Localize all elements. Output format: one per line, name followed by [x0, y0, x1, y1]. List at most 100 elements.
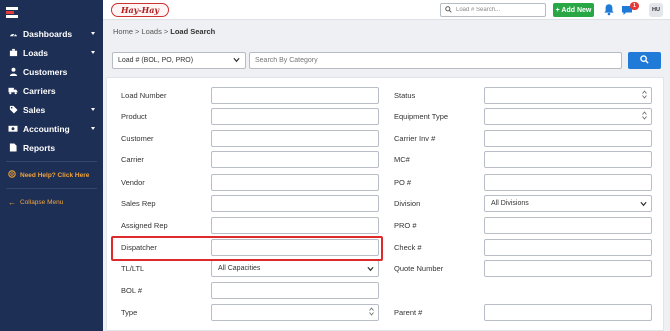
customers-icon	[8, 67, 18, 77]
equipment-type-label: Equipment Type	[394, 112, 449, 121]
quote-number-label: Quote Number	[394, 264, 444, 273]
sales-rep-input[interactable]	[211, 195, 379, 212]
division-select[interactable]: All Divisions	[484, 195, 652, 212]
load-search-input[interactable]	[456, 7, 544, 13]
parent-label: Parent #	[394, 308, 423, 317]
sidebar-item-loads[interactable]: Loads	[0, 43, 103, 62]
collapse-menu-button[interactable]: ← Collapse Menu	[0, 193, 103, 211]
division-label: Division	[394, 199, 421, 208]
caret-down-icon	[91, 127, 95, 130]
type-label: Type	[121, 308, 138, 317]
caret-down-icon	[91, 32, 95, 35]
equipment-type-select[interactable]	[484, 108, 652, 125]
sidebar-item-label: Dashboards	[23, 28, 73, 39]
logo[interactable]	[0, 0, 103, 24]
sidebar-item-label: Loads	[23, 47, 49, 58]
sidebar-divider	[6, 161, 97, 162]
po-input[interactable]	[484, 174, 652, 191]
ez-logo-icon	[6, 5, 20, 19]
top-bar: Hay-Hay + Add New 1 HU	[103, 0, 670, 20]
breadcrumb-current: Load Search	[170, 27, 216, 36]
chevron-down-icon	[367, 266, 374, 274]
sidebar-item-reports[interactable]: Reports	[0, 138, 103, 157]
sidebar-item-label: Customers	[23, 66, 68, 77]
search-category-select[interactable]: Load # (BOL, PO, PRO)	[112, 52, 246, 69]
sidebar-item-label: Carriers	[23, 85, 56, 96]
search-icon	[445, 5, 452, 15]
help-label: Need Help? Click Here	[20, 171, 90, 179]
tl-ltl-label: TL/LTL	[121, 264, 145, 273]
sidebar-item-label: Accounting	[23, 123, 70, 134]
load-number-label: Load Number	[121, 91, 167, 100]
parent-input[interactable]	[484, 304, 652, 321]
chevron-down-icon	[233, 57, 240, 65]
division-value: All Divisions	[491, 200, 529, 207]
search-button[interactable]	[628, 52, 661, 69]
loads-icon	[8, 48, 18, 58]
breadcrumb-separator: >	[163, 27, 169, 36]
status-select[interactable]	[484, 87, 652, 104]
sort-arrows-icon	[369, 307, 374, 316]
sort-arrows-icon	[642, 111, 647, 120]
customer-input[interactable]	[211, 130, 379, 147]
po-label: PO #	[394, 178, 412, 187]
sidebar-nav: Dashboards Loads Customers Carriers Sales Acc…	[0, 24, 103, 157]
category-search-input[interactable]	[255, 57, 621, 64]
brand-logo[interactable]: Hay-Hay	[111, 3, 169, 17]
product-label: Product	[121, 112, 147, 121]
sort-arrows-icon	[642, 90, 647, 99]
category-search-field[interactable]	[249, 52, 622, 69]
dashboard-icon	[8, 29, 18, 39]
assigned-rep-input[interactable]	[211, 217, 379, 234]
check-label: Check #	[394, 243, 422, 252]
caret-down-icon	[91, 51, 95, 54]
sidebar-item-dashboards[interactable]: Dashboards	[0, 24, 103, 43]
carrier-inv-label: Carrier Inv #	[394, 134, 436, 143]
search-category-value: Load # (BOL, PO, PRO)	[118, 57, 194, 64]
breadcrumb: Home > Loads > Load Search	[113, 27, 215, 36]
breadcrumb-separator: >	[135, 27, 140, 36]
quote-number-input[interactable]	[484, 260, 652, 277]
tl-ltl-select[interactable]: All Capacities	[211, 260, 379, 277]
bell-icon[interactable]	[603, 3, 615, 16]
dispatcher-highlight	[111, 236, 383, 261]
sidebar-divider	[6, 188, 97, 189]
accounting-icon	[8, 124, 18, 134]
breadcrumb-home[interactable]: Home	[113, 27, 133, 36]
user-avatar[interactable]: HU	[649, 3, 663, 17]
arrow-left-icon: ←	[8, 197, 16, 207]
status-label: Status	[394, 91, 416, 100]
vendor-input[interactable]	[211, 174, 379, 191]
sidebar-item-sales[interactable]: Sales	[0, 100, 103, 119]
sidebar-item-label: Sales	[23, 104, 46, 115]
check-input[interactable]	[484, 239, 652, 256]
carrier-inv-input[interactable]	[484, 130, 652, 147]
load-number-input[interactable]	[211, 87, 379, 104]
customer-label: Customer	[121, 134, 154, 143]
tl-ltl-value: All Capacities	[218, 265, 261, 272]
mc-input[interactable]	[484, 151, 652, 168]
type-select[interactable]	[211, 304, 379, 321]
add-new-button[interactable]: + Add New	[553, 3, 594, 17]
sidebar-item-carriers[interactable]: Carriers	[0, 81, 103, 100]
carrier-input[interactable]	[211, 151, 379, 168]
reports-icon	[8, 143, 18, 153]
sidebar-item-label: Reports	[23, 142, 56, 153]
assigned-rep-label: Assigned Rep	[121, 221, 168, 230]
pro-input[interactable]	[484, 217, 652, 234]
caret-down-icon	[91, 108, 95, 111]
sidebar-item-customers[interactable]: Customers	[0, 62, 103, 81]
breadcrumb-loads[interactable]: Loads	[141, 27, 161, 36]
sales-rep-label: Sales Rep	[121, 199, 156, 208]
bol-input[interactable]	[211, 282, 379, 299]
search-icon	[640, 55, 649, 66]
truck-icon	[8, 86, 18, 96]
help-icon	[8, 170, 16, 180]
carrier-label: Carrier	[121, 155, 144, 164]
collapse-label: Collapse Menu	[20, 198, 64, 206]
sidebar-item-accounting[interactable]: Accounting	[0, 119, 103, 138]
help-link[interactable]: Need Help? Click Here	[0, 166, 103, 184]
load-search-box[interactable]	[440, 3, 546, 17]
pro-label: PRO #	[394, 221, 417, 230]
product-input[interactable]	[211, 108, 379, 125]
